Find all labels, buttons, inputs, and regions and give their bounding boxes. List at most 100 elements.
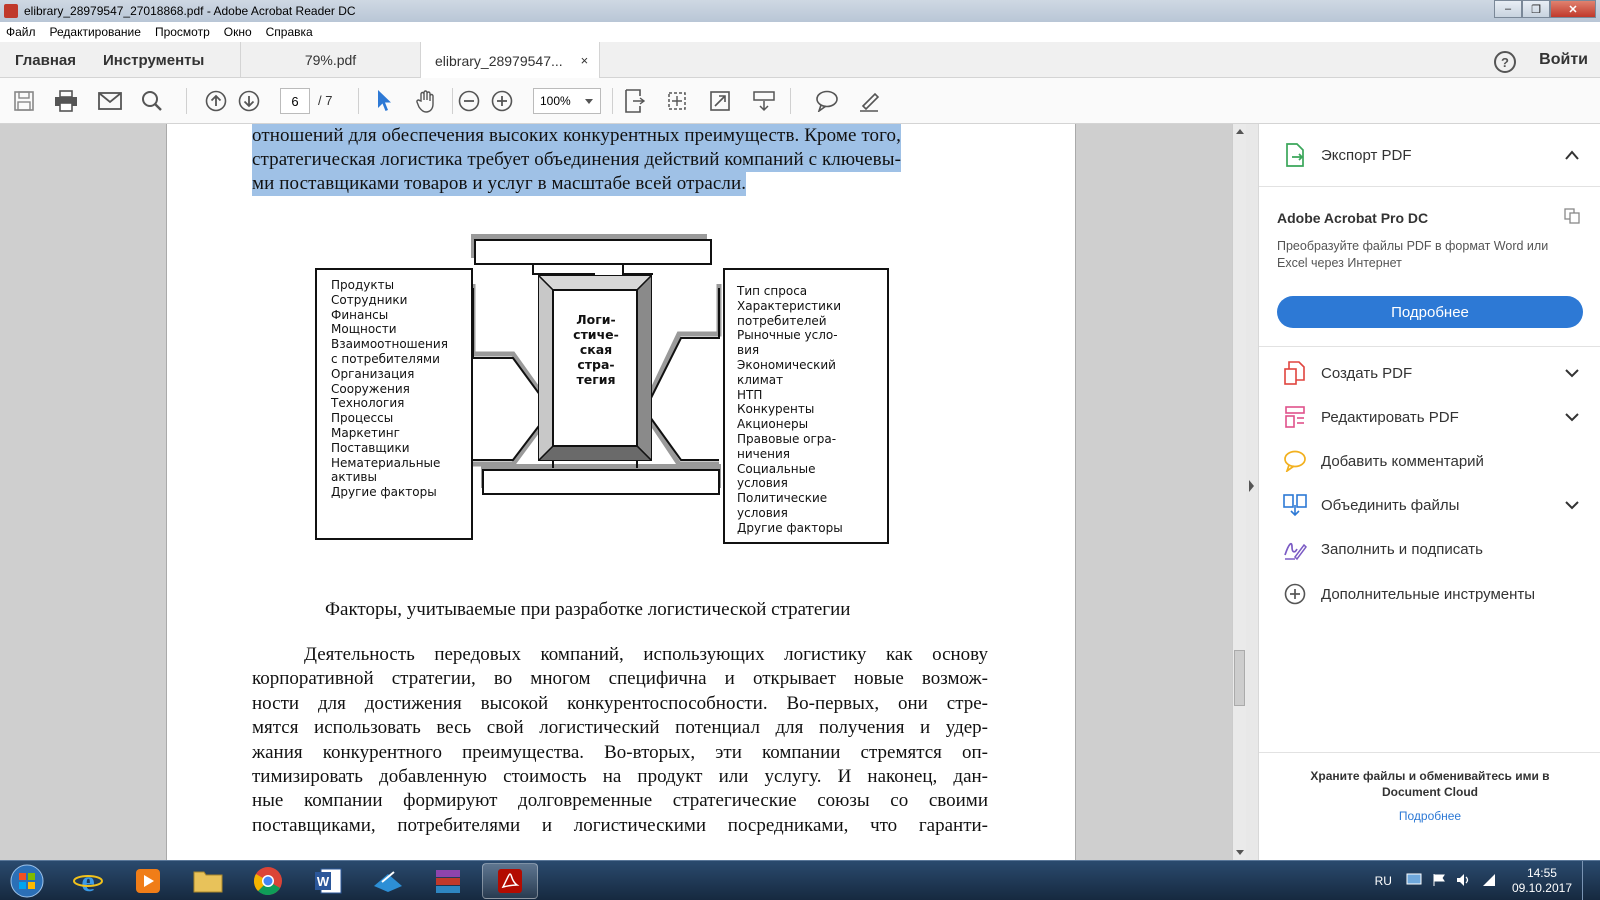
- tool-create-pdf[interactable]: Создать PDF: [1259, 358, 1600, 388]
- paragraph-line: Деятельность передовых компаний, использ…: [304, 644, 988, 665]
- sign-in-button[interactable]: Войти: [1539, 42, 1588, 78]
- sharing-app-icon[interactable]: [360, 863, 416, 899]
- paragraph-line: тимизировать добавленную стоимость на пр…: [252, 766, 988, 787]
- full-screen-icon[interactable]: [708, 89, 732, 113]
- rotate-view-icon[interactable]: [665, 89, 689, 113]
- right-pane-toggle[interactable]: [1246, 124, 1258, 860]
- logistics-strategy-diagram: Продукты Сотрудники Финансы Мощности Вза…: [307, 224, 907, 554]
- minimize-button[interactable]: –: [1494, 0, 1522, 18]
- select-cursor-icon[interactable]: [372, 89, 396, 113]
- tab-tools[interactable]: Инструменты: [103, 42, 204, 78]
- chevron-up-icon[interactable]: [1565, 147, 1579, 163]
- pdf-page: отношений для обеспечения высоких конкур…: [166, 124, 1076, 860]
- email-icon[interactable]: [98, 89, 122, 113]
- tab-home[interactable]: Главная: [15, 42, 76, 78]
- signal-icon[interactable]: [1482, 873, 1496, 890]
- vertical-scrollbar[interactable]: [1232, 124, 1246, 860]
- network-icon[interactable]: [1406, 873, 1422, 890]
- acrobat-app-icon: [4, 4, 18, 18]
- paragraph-line: поставщиками, потребителями и логистичес…: [252, 814, 988, 836]
- tool-combine-files[interactable]: Объединить файлы: [1259, 490, 1600, 520]
- tool-label: Заполнить и подписать: [1321, 540, 1483, 558]
- internet-explorer-icon[interactable]: e: [60, 863, 116, 899]
- word-icon[interactable]: W: [300, 863, 356, 899]
- save-icon[interactable]: [12, 89, 36, 113]
- learn-more-button[interactable]: Подробнее: [1277, 296, 1583, 328]
- scroll-mode-icon[interactable]: [752, 89, 776, 113]
- start-button[interactable]: [2, 863, 52, 899]
- next-page-icon[interactable]: [237, 89, 261, 113]
- edit-pdf-icon: [1283, 405, 1307, 429]
- tab-document-79[interactable]: 79%.pdf: [240, 42, 420, 78]
- tool-label: Редактировать PDF: [1321, 408, 1459, 426]
- document-cloud-link[interactable]: Подробнее: [1259, 809, 1600, 823]
- clock-date: 09.10.2017: [1511, 881, 1572, 895]
- highlight-pen-icon[interactable]: [858, 89, 882, 113]
- export-pdf-label: Экспорт PDF: [1321, 146, 1412, 164]
- chevron-down-icon[interactable]: [1565, 497, 1579, 513]
- convert-files-icon: [1564, 208, 1580, 229]
- show-desktop-button[interactable]: [1582, 861, 1592, 900]
- hand-tool-icon[interactable]: [414, 89, 438, 113]
- tool-add-comment[interactable]: Добавить комментарий: [1259, 446, 1600, 476]
- highlighted-text-line[interactable]: стратегическая логистика требует объедин…: [252, 148, 902, 172]
- chevron-down-icon[interactable]: [1565, 409, 1579, 425]
- comment-icon: [1283, 449, 1307, 473]
- tab-document-elibrary[interactable]: elibrary_28979547... ×: [420, 42, 600, 79]
- menu-edit[interactable]: Редактирование: [50, 25, 141, 39]
- product-name: Adobe Acrobat Pro DC: [1277, 210, 1429, 226]
- svg-text:e: e: [81, 866, 94, 896]
- product-description-line: Преобразуйте файлы PDF в формат Word или: [1277, 239, 1549, 253]
- title-bar: elibrary_28979547_27018868.pdf - Adobe A…: [0, 0, 1600, 22]
- document-cloud-promo: Храните файлы и обменивайтесь ими в Docu…: [1259, 768, 1600, 800]
- archiver-icon[interactable]: [420, 863, 476, 899]
- paragraph-line: жания конкурентного преимущества. Во-вто…: [252, 741, 988, 763]
- print-icon[interactable]: [54, 89, 78, 113]
- product-description: Преобразуйте файлы PDF в формат Word или…: [1277, 238, 1548, 272]
- language-indicator[interactable]: RU: [1375, 874, 1392, 888]
- window-title: elibrary_28979547_27018868.pdf - Adobe A…: [24, 4, 356, 18]
- zoom-out-icon[interactable]: [457, 89, 481, 113]
- zoom-in-icon[interactable]: [490, 89, 514, 113]
- previous-page-icon[interactable]: [204, 89, 228, 113]
- tool-edit-pdf[interactable]: Редактировать PDF: [1259, 402, 1600, 432]
- export-pdf-header[interactable]: Экспорт PDF: [1259, 140, 1600, 170]
- chrome-icon[interactable]: [240, 863, 296, 899]
- clock-time: 14:55: [1526, 866, 1557, 880]
- media-player-icon[interactable]: [120, 863, 176, 899]
- acrobat-reader-taskbar-icon[interactable]: [482, 863, 538, 899]
- tool-fill-sign[interactable]: Заполнить и подписать: [1259, 534, 1600, 564]
- page-total: / 7: [318, 93, 333, 108]
- volume-icon[interactable]: [1456, 873, 1472, 890]
- chevron-down-icon[interactable]: [1565, 365, 1579, 381]
- menu-help[interactable]: Справка: [266, 25, 313, 39]
- tool-label: Объединить файлы: [1321, 496, 1460, 514]
- export-pdf-icon: [1283, 143, 1307, 167]
- page-number-input[interactable]: 6: [280, 88, 310, 114]
- paragraph-line: ные компании формируют долговременные ст…: [252, 790, 988, 812]
- svg-text:W: W: [317, 874, 330, 889]
- comment-icon[interactable]: [815, 89, 839, 113]
- highlighted-text-line[interactable]: ми поставщиками товаров и услуг в масшта…: [252, 172, 747, 196]
- external-factors-box: Тип спроса Характеристики потребителей Р…: [723, 268, 889, 544]
- file-explorer-icon[interactable]: [180, 863, 236, 899]
- product-description-line: Excel через Интернет: [1277, 256, 1402, 270]
- help-icon[interactable]: ?: [1494, 51, 1516, 73]
- clock[interactable]: 14:55 09.10.2017: [1512, 866, 1572, 896]
- flag-icon[interactable]: [1432, 873, 1446, 890]
- document-cloud-promo-line: Document Cloud: [1382, 785, 1478, 799]
- close-window-button[interactable]: ✕: [1550, 0, 1596, 18]
- search-icon[interactable]: [140, 89, 164, 113]
- zoom-select[interactable]: 100%: [533, 88, 601, 114]
- menu-window[interactable]: Окно: [224, 25, 252, 39]
- tool-more-tools[interactable]: Дополнительные инструменты: [1259, 579, 1600, 609]
- highlighted-text-line[interactable]: отношений для обеспечения высоких конкур…: [252, 124, 901, 148]
- fit-page-icon[interactable]: [622, 89, 646, 113]
- paragraph-line: корпоративной стратегии, во многом специ…: [252, 668, 988, 690]
- maximize-button[interactable]: ❐: [1522, 0, 1550, 18]
- scrollbar-thumb[interactable]: [1234, 650, 1245, 706]
- menu-view[interactable]: Просмотр: [155, 25, 210, 39]
- menu-file[interactable]: Файл: [6, 25, 36, 39]
- close-tab-icon[interactable]: ×: [581, 53, 589, 68]
- paragraph-line: мятся использовать весь свой логистическ…: [252, 717, 988, 739]
